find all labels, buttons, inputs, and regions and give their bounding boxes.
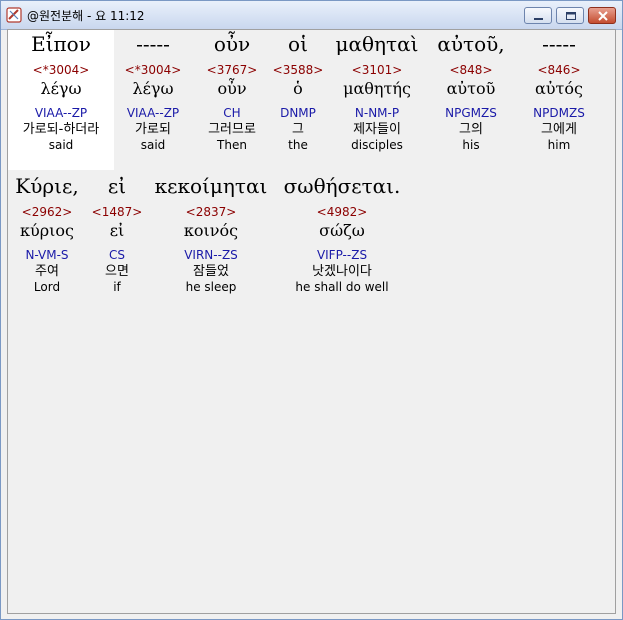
parsing-code: CH [223,106,241,120]
word-column[interactable]: οἱ <3588> ὁ DNMP 그 the [268,30,328,153]
parsing-code: VIAA--ZP [126,106,180,120]
word-column[interactable]: Κύριε, <2962> κύριος N-VM-S 주여 Lord [8,172,86,295]
greek-word: εἰ [107,174,127,198]
strong-number[interactable]: <1487> [86,205,148,220]
lemma: εἰ [109,221,125,240]
lemma: αὐτός [535,79,583,98]
word-column[interactable]: ----- <846> αὐτός NPDMZS 그에게 him [514,30,604,153]
greek-word: ----- [136,32,170,56]
lemma: κοινός [183,221,239,240]
verse-analysis-panel: Εἶπον <*3004> λέγω VIAA--ZP 가로되-하더라 said… [7,29,616,614]
word-column[interactable]: αὐτοῦ, <848> αὐτοῦ NPGMZS 그의 his [426,30,516,153]
english-gloss: disciples [351,138,403,152]
korean-gloss: 그의 [459,122,483,137]
korean-gloss: 그에게 [541,122,577,137]
parsing-code: NPDMZS [533,106,585,120]
strong-number[interactable]: <*3004> [114,63,192,78]
maximize-icon [566,12,576,20]
lemma: λέγω [40,79,82,98]
parsing-code: VIRN--ZS [184,248,238,262]
parsing-code: NPGMZS [445,106,497,120]
korean-gloss: 제자들이 [353,122,401,137]
english-gloss: he shall do well [295,280,389,294]
parsing-code: VIAA--ZP [34,106,88,120]
strong-number[interactable]: <3588> [268,63,328,78]
word-column[interactable]: Εἶπον <*3004> λέγω VIAA--ZP 가로되-하더라 said [8,30,114,170]
english-gloss: Then [217,138,247,152]
korean-gloss: 가로되 [135,122,171,137]
word-column[interactable]: οὖν <3767> οὖν CH 그러므로 Then [192,30,272,153]
word-column[interactable]: ----- <*3004> λέγω VIAA--ZP 가로되 said [114,30,192,153]
korean-gloss: 주여 [35,264,59,279]
lemma: ὁ [293,79,303,98]
app-logo-icon [6,7,22,23]
lemma: σώζω [319,221,365,240]
parsing-code: N-VM-S [25,248,69,262]
lemma: λέγω [132,79,174,98]
strong-number[interactable]: <848> [426,63,516,78]
greek-word: κεκοίμηται [154,174,268,198]
lemma: κύριος [20,221,74,240]
strong-number[interactable]: <2837> [148,205,274,220]
lemma: αὐτοῦ [446,79,496,98]
word-column[interactable]: κεκοίμηται <2837> κοινός VIRN--ZS 잠들었 he… [148,172,274,295]
english-gloss: said [48,138,74,152]
parsing-code: VIFP--ZS [316,248,368,262]
close-button[interactable] [588,7,616,24]
word-column[interactable]: μαθηταὶ <3101> μαθητής N-NM-P 제자들이 disci… [326,30,428,153]
greek-word: μαθηταὶ [335,32,419,56]
greek-word: ----- [542,32,576,56]
english-gloss: the [288,138,308,152]
app-window: @원전분해 - 요 11:12 Εἶπον <*3004> λέγω VIAA-… [0,0,623,620]
korean-gloss: 잠들었 [193,264,229,279]
minimize-button[interactable] [524,7,552,24]
korean-gloss: 낫겠나이다 [312,264,372,279]
lemma: οὖν [217,79,247,98]
close-icon [598,11,608,21]
window-title: @원전분해 - 요 11:12 [27,9,145,23]
lemma: μαθητής [343,79,411,98]
strong-number[interactable]: <4982> [274,205,410,220]
english-gloss: said [140,138,166,152]
greek-word: οἱ [288,32,308,56]
title-bar[interactable]: @원전분해 - 요 11:12 [1,1,622,30]
greek-word: Εἶπον [31,32,91,56]
word-column[interactable]: σωθήσεται. <4982> σώζω VIFP--ZS 낫겠나이다 he… [274,172,410,295]
greek-word: αὐτοῦ, [437,32,505,56]
greek-word: σωθήσεται. [283,174,401,198]
parsing-code: N-NM-P [354,106,400,120]
english-gloss: his [462,138,480,152]
strong-number[interactable]: <*3004> [8,63,114,78]
parsing-code: CS [109,248,125,262]
parsing-code: DNMP [280,106,316,120]
english-gloss: him [547,138,571,152]
minimize-icon [534,18,543,20]
strong-number[interactable]: <3101> [326,63,428,78]
korean-gloss: 으면 [105,264,129,279]
greek-word: Κύριε, [15,174,79,198]
korean-gloss: 그 [292,122,304,137]
maximize-button[interactable] [556,7,584,24]
english-gloss: Lord [33,280,61,294]
english-gloss: if [113,280,121,294]
korean-gloss: 그러므로 [208,122,256,137]
greek-word: οὖν [213,32,251,56]
word-column[interactable]: εἰ <1487> εἰ CS 으면 if [86,172,148,295]
strong-number[interactable]: <846> [514,63,604,78]
korean-gloss: 가로되-하더라 [22,122,100,137]
strong-number[interactable]: <3767> [192,63,272,78]
strong-number[interactable]: <2962> [8,205,86,220]
english-gloss: he sleep [185,280,237,294]
